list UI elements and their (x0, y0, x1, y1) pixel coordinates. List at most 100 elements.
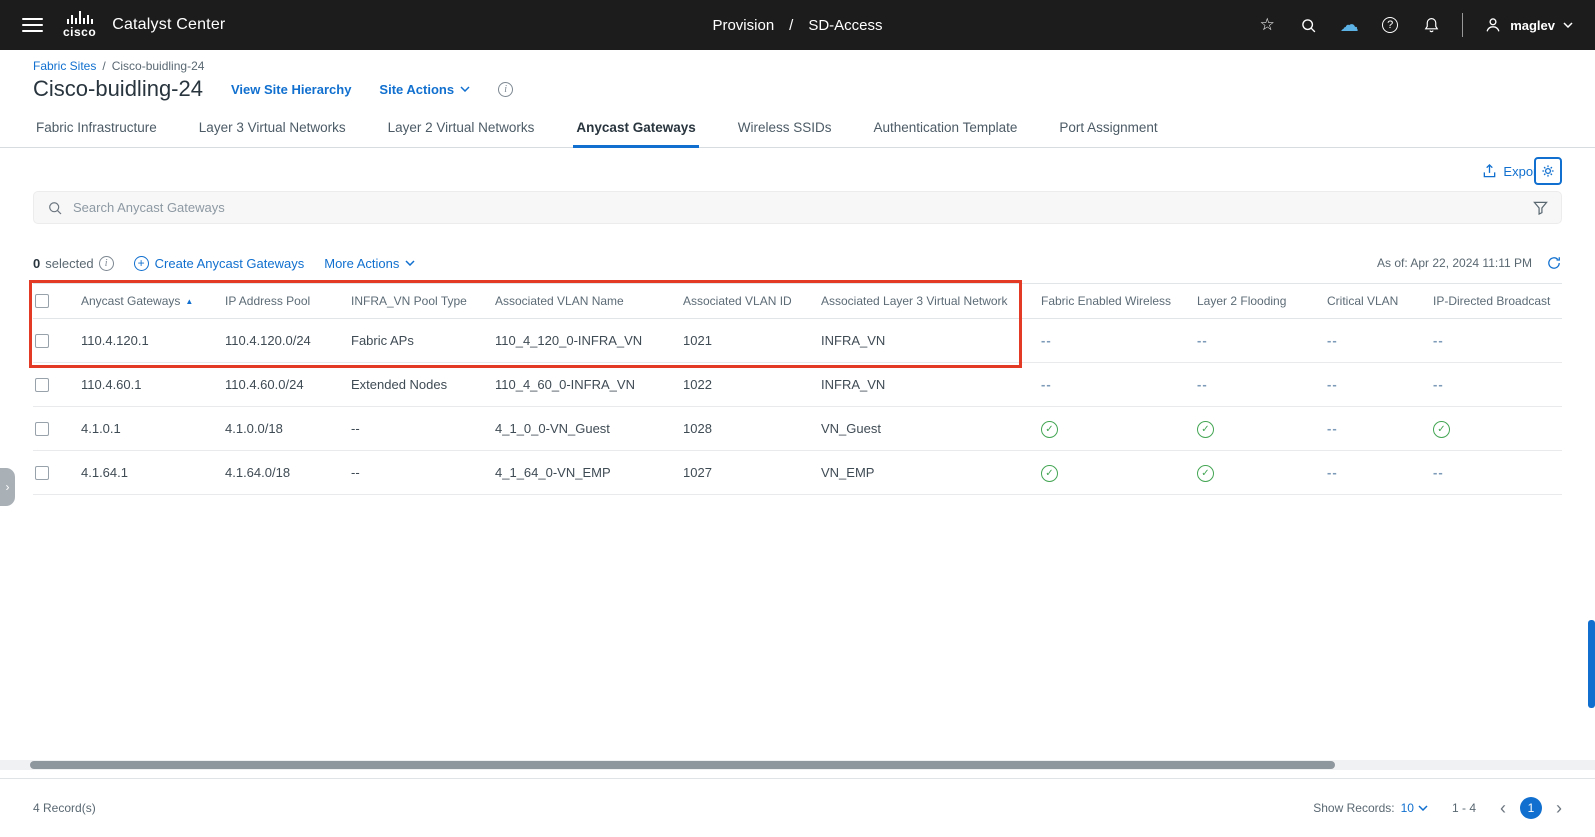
cell-ip-address-pool: 4.1.0.0/18 (223, 407, 349, 451)
cell-ip-directed-broadcast: -- (1431, 363, 1562, 407)
cell-layer2-flooding: -- (1195, 363, 1325, 407)
table-body: 110.4.120.1 110.4.120.0/24 Fabric APs 11… (33, 319, 1562, 495)
top-navbar: cisco Catalyst Center Provision / SD-Acc… (0, 0, 1595, 50)
selected-count-label: selected (45, 256, 93, 271)
record-count: 4 Record(s) (33, 801, 96, 815)
user-menu[interactable]: maglev (1484, 16, 1573, 34)
cell-critical-vlan: -- (1325, 319, 1431, 363)
tab-wireless-ssids[interactable]: Wireless SSIDs (735, 110, 835, 147)
notifications-bell-icon[interactable] (1421, 15, 1441, 35)
tab-layer2-virtual-networks[interactable]: Layer 2 Virtual Networks (385, 110, 538, 147)
cell-ip-address-pool: 4.1.64.0/18 (223, 451, 349, 495)
check-icon: ✓ (1197, 465, 1214, 482)
cell-ip-address-pool: 110.4.60.0/24 (223, 363, 349, 407)
view-site-hierarchy-label: View Site Hierarchy (231, 82, 351, 97)
help-icon[interactable]: ? (1380, 15, 1400, 35)
create-anycast-gateways-label: Create Anycast Gateways (155, 256, 305, 271)
cloud-icon[interactable]: ☁ (1339, 15, 1359, 35)
info-icon[interactable]: i (99, 256, 114, 271)
cell-infra-vn-pool-type: Fabric APs (349, 319, 493, 363)
cell-layer2-flooding: ✓ (1195, 451, 1325, 495)
export-icon (1482, 163, 1497, 179)
row-checkbox[interactable] (35, 466, 49, 480)
title-row: Cisco-buidling-24 View Site Hierarchy Si… (33, 76, 1562, 102)
table-settings-button[interactable] (1534, 157, 1562, 185)
as-of-timestamp: As of: Apr 22, 2024 11:11 PM (1377, 255, 1562, 271)
cell-associated-vlan-id: 1027 (681, 451, 819, 495)
breadcrumb-current: Cisco-buidling-24 (112, 59, 205, 73)
nav-separator: / (789, 17, 793, 34)
cell-associated-vlan-name: 4_1_0_0-VN_Guest (493, 407, 681, 451)
column-header-associated-l3-virtual-network[interactable]: Associated Layer 3 Virtual Network (819, 284, 1039, 319)
info-icon[interactable]: i (498, 82, 513, 97)
favorites-star-icon[interactable]: ☆ (1257, 15, 1277, 35)
filter-icon[interactable] (1533, 200, 1548, 215)
show-records-control: Show Records: 10 (1313, 801, 1428, 815)
more-actions-dropdown[interactable]: More Actions (324, 256, 415, 271)
column-label: Fabric Enabled Wireless (1041, 294, 1171, 308)
row-checkbox[interactable] (35, 378, 49, 392)
chevron-down-icon (1418, 805, 1428, 811)
nav-section[interactable]: Provision (712, 17, 774, 34)
show-records-label: Show Records: (1313, 801, 1394, 815)
cell-infra-vn-pool-type: Extended Nodes (349, 363, 493, 407)
navbar-breadcrumb: Provision / SD-Access (712, 17, 882, 34)
cell-anycast-gateway: 110.4.120.1 (79, 319, 223, 363)
tab-anycast-gateways[interactable]: Anycast Gateways (573, 110, 698, 148)
refresh-icon[interactable] (1546, 255, 1562, 271)
pagination: ‹ 1 › (1500, 797, 1562, 819)
expand-side-panel-handle[interactable]: › (0, 468, 15, 506)
table-row: 4.1.0.1 4.1.0.0/18 -- 4_1_0_0-VN_Guest 1… (33, 407, 1562, 451)
cell-associated-vlan-id: 1028 (681, 407, 819, 451)
vertical-scrollbar-thumb[interactable] (1588, 620, 1595, 708)
nav-subsection[interactable]: SD-Access (808, 17, 882, 34)
cell-fabric-enabled-wireless: -- (1039, 319, 1195, 363)
column-header-anycast-gateways[interactable]: Anycast Gateways▲ (79, 284, 223, 319)
hamburger-menu-icon[interactable] (22, 18, 43, 32)
cell-fabric-enabled-wireless: -- (1039, 363, 1195, 407)
next-page-button[interactable]: › (1556, 799, 1562, 817)
export-button[interactable]: Export (1482, 163, 1541, 179)
sort-ascending-icon[interactable]: ▲ (185, 297, 193, 306)
select-all-checkbox[interactable] (35, 294, 49, 308)
create-anycast-gateways-button[interactable]: + Create Anycast Gateways (134, 256, 305, 271)
check-icon: ✓ (1197, 421, 1214, 438)
product-title: Catalyst Center (112, 16, 225, 34)
column-header-layer2-flooding[interactable]: Layer 2 Flooding (1195, 284, 1325, 319)
column-header-fabric-enabled-wireless[interactable]: Fabric Enabled Wireless (1039, 284, 1195, 319)
tab-port-assignment[interactable]: Port Assignment (1056, 110, 1160, 147)
breadcrumb-separator: / (102, 59, 105, 73)
current-page-button[interactable]: 1 (1520, 797, 1542, 819)
horizontal-scrollbar-thumb[interactable] (30, 761, 1335, 769)
row-checkbox[interactable] (35, 334, 49, 348)
cell-ip-directed-broadcast: -- (1431, 451, 1562, 495)
navbar-actions: ☆ ☁ ? maglev (1257, 13, 1573, 37)
cell-layer2-flooding: -- (1195, 319, 1325, 363)
column-header-associated-vlan-id[interactable]: Associated VLAN ID (681, 284, 819, 319)
tab-bar: Fabric Infrastructure Layer 3 Virtual Ne… (0, 110, 1595, 148)
column-header-associated-vlan-name[interactable]: Associated VLAN Name (493, 284, 681, 319)
site-actions-dropdown[interactable]: Site Actions (379, 82, 470, 97)
page-size-dropdown[interactable]: 10 (1401, 801, 1428, 815)
column-header-critical-vlan[interactable]: Critical VLAN (1325, 284, 1431, 319)
as-of-label: As of: Apr 22, 2024 11:11 PM (1377, 256, 1532, 270)
column-header-ip-address-pool[interactable]: IP Address Pool (223, 284, 349, 319)
cell-infra-vn-pool-type: -- (349, 451, 493, 495)
search-icon[interactable] (1298, 15, 1318, 35)
previous-page-button[interactable]: ‹ (1500, 799, 1506, 817)
tab-authentication-template[interactable]: Authentication Template (871, 110, 1021, 147)
column-header-infra-vn-pool-type[interactable]: INFRA_VN Pool Type (349, 284, 493, 319)
breadcrumb-fabric-sites[interactable]: Fabric Sites (33, 59, 96, 73)
cisco-logo[interactable]: cisco (63, 11, 96, 39)
view-site-hierarchy-link[interactable]: View Site Hierarchy (231, 82, 351, 97)
check-icon: ✓ (1433, 421, 1450, 438)
row-checkbox[interactable] (35, 422, 49, 436)
tab-fabric-infrastructure[interactable]: Fabric Infrastructure (33, 110, 160, 147)
cell-critical-vlan: -- (1325, 407, 1431, 451)
cell-associated-vlan-name: 4_1_64_0-VN_EMP (493, 451, 681, 495)
column-header-ip-directed-broadcast[interactable]: IP-Directed Broadcast (1431, 284, 1562, 319)
tab-layer3-virtual-networks[interactable]: Layer 3 Virtual Networks (196, 110, 349, 147)
cell-associated-l3-virtual-network: INFRA_VN (819, 363, 1039, 407)
search-bar (33, 191, 1562, 224)
search-input[interactable] (73, 200, 1523, 215)
